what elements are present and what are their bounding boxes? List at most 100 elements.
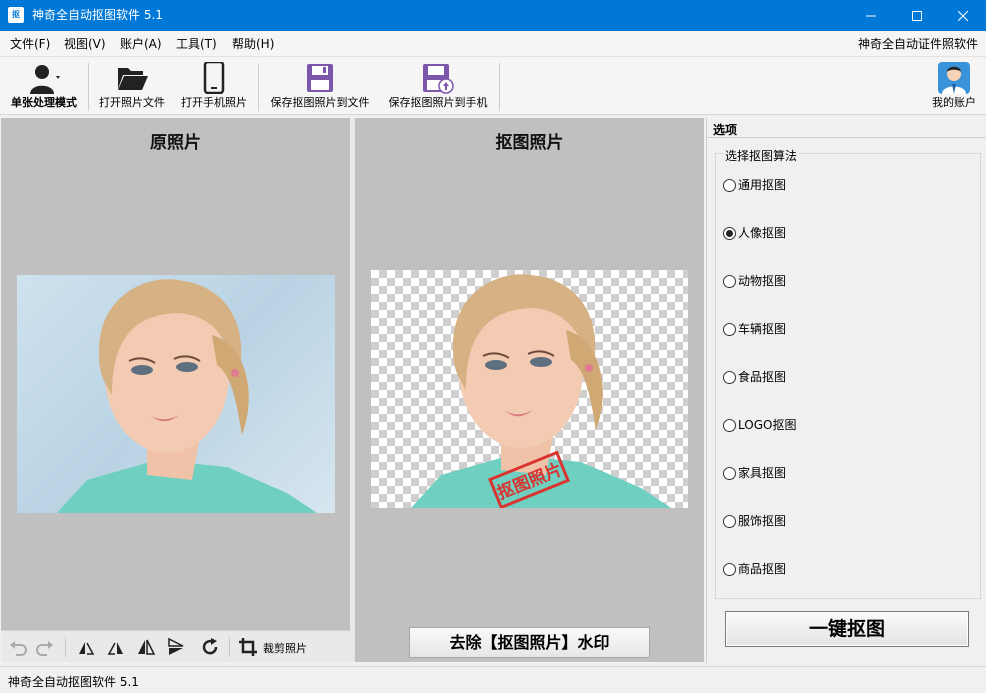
- save-to-phone-label: 保存抠图照片到手机: [388, 96, 488, 109]
- radio-label: 人像抠图: [738, 226, 787, 240]
- algorithm-option-animal[interactable]: 动物抠图: [723, 273, 786, 289]
- app-icon: 抠: [8, 7, 24, 23]
- tools-separator: [229, 637, 230, 657]
- options-header: 选项: [713, 123, 738, 137]
- flip-vertical-button[interactable]: [165, 636, 187, 658]
- menu-view[interactable]: 视图(V): [64, 37, 106, 51]
- title-bar: 抠 神奇全自动抠图软件 5.1: [0, 0, 986, 31]
- maximize-button[interactable]: [894, 0, 940, 31]
- algorithm-option-general[interactable]: 通用抠图: [723, 177, 786, 193]
- cutout-photo-title: 抠图照片: [495, 133, 564, 153]
- radio-label: 家具抠图: [738, 466, 787, 480]
- toolbar-separator: [258, 63, 259, 111]
- radio-label: 商品抠图: [738, 562, 787, 576]
- flip-horizontal-icon: [138, 639, 156, 655]
- menu-help[interactable]: 帮助(H): [232, 37, 274, 51]
- single-mode-label: 单张处理模式: [11, 96, 77, 109]
- algorithm-option-logo[interactable]: LOGO抠图: [723, 417, 796, 433]
- radio-label: 通用抠图: [738, 178, 787, 192]
- rotate-right-icon: [107, 642, 123, 655]
- radio-button-checked[interactable]: [723, 226, 736, 240]
- radio-label: 车辆抠图: [738, 322, 787, 336]
- algorithm-option-vehicle[interactable]: 车辆抠图: [723, 321, 786, 337]
- single-mode-button[interactable]: 单张处理模式: [4, 57, 84, 115]
- menu-file[interactable]: 文件(F): [10, 37, 50, 51]
- radio-label: 食品抠图: [738, 370, 787, 384]
- cutout-photo-panel: 抠图照片 抠图照片: [355, 118, 704, 662]
- undo-button[interactable]: [7, 636, 29, 658]
- radio-button[interactable]: [723, 274, 736, 288]
- radio-button[interactable]: [723, 466, 736, 480]
- radio-button[interactable]: [723, 370, 736, 384]
- original-photo-title: 原照片: [150, 133, 201, 153]
- minimize-button[interactable]: [848, 0, 894, 31]
- id-photo-software-link[interactable]: 神奇全自动证件照软件: [858, 37, 978, 51]
- user-dropdown-icon: [30, 65, 60, 94]
- crop-button[interactable]: [237, 636, 259, 658]
- radio-button[interactable]: [723, 418, 736, 432]
- algorithm-option-furniture[interactable]: 家具抠图: [723, 465, 786, 481]
- close-icon: [958, 10, 968, 21]
- status-bar: 神奇全自动抠图软件 5.1: [0, 666, 986, 693]
- rotate-left-icon: [79, 642, 95, 655]
- radio-button[interactable]: [723, 514, 736, 528]
- radio-button[interactable]: [723, 562, 736, 576]
- toolbar-separator: [499, 63, 500, 111]
- flip-horizontal-button[interactable]: [135, 636, 157, 658]
- algorithm-option-portrait[interactable]: 人像抠图: [723, 225, 786, 241]
- status-text: 神奇全自动抠图软件 5.1: [8, 675, 139, 689]
- radio-button[interactable]: [723, 322, 736, 336]
- radio-label: 动物抠图: [738, 274, 787, 288]
- refresh-icon: [202, 638, 218, 655]
- folder-open-icon: [118, 68, 148, 90]
- portrait-image: [57, 279, 317, 513]
- radio-button[interactable]: [723, 178, 736, 192]
- radio-label: LOGO抠图: [738, 418, 797, 432]
- menu-tools[interactable]: 工具(T): [176, 37, 217, 51]
- flip-vertical-icon: [168, 637, 184, 655]
- options-panel: 选项 选择抠图算法 通用抠图 人像抠图 动物抠图 车辆抠图 食品抠图 LOGO抠…: [706, 118, 986, 663]
- algorithm-option-clothing[interactable]: 服饰抠图: [723, 513, 786, 529]
- window-title: 神奇全自动抠图软件 5.1: [32, 8, 163, 22]
- rotate-button[interactable]: [199, 636, 221, 658]
- rotate-left-button[interactable]: [75, 636, 97, 658]
- one-click-cutout-button[interactable]: 一键抠图: [725, 611, 969, 647]
- my-account-button[interactable]: 我的账户: [926, 57, 982, 115]
- image-tools-bar: 裁剪照片: [1, 630, 350, 662]
- cutout-photo: 抠图照片: [371, 270, 688, 508]
- minimize-icon: [866, 15, 876, 16]
- close-button[interactable]: [940, 0, 986, 31]
- open-file-button[interactable]: 打开照片文件: [94, 57, 170, 115]
- crop-icon: [239, 638, 257, 656]
- menu-bar: 文件(F) 视图(V) 账户(A) 工具(T) 帮助(H) 神奇全自动证件照软件: [0, 31, 986, 57]
- redo-button[interactable]: [34, 636, 56, 658]
- main-toolbar: 单张处理模式 打开照片文件 打开手机照片 保存抠图照片到文件 保存抠图照片到手机…: [0, 57, 986, 115]
- menu-account[interactable]: 账户(A): [120, 37, 162, 51]
- cutout-portrait-image: 抠图照片: [411, 274, 671, 508]
- original-photo-panel: 原照片: [1, 118, 350, 662]
- remove-watermark-button[interactable]: 去除【抠图照片】水印: [409, 627, 650, 658]
- crop-label[interactable]: 裁剪照片: [263, 640, 307, 656]
- algorithm-option-food[interactable]: 食品抠图: [723, 369, 786, 385]
- open-file-label: 打开照片文件: [99, 96, 165, 109]
- options-divider: [707, 137, 986, 138]
- redo-icon: [36, 641, 53, 656]
- toolbar-separator: [88, 63, 89, 111]
- phone-icon: [203, 62, 225, 94]
- maximize-icon: [912, 10, 922, 21]
- algorithm-option-product[interactable]: 商品抠图: [723, 561, 786, 577]
- algorithm-group-title: 选择抠图算法: [723, 147, 800, 164]
- save-upload-icon: [423, 64, 454, 94]
- rotate-right-button[interactable]: [105, 636, 127, 658]
- original-photo: [17, 275, 335, 513]
- save-to-file-label: 保存抠图照片到文件: [270, 96, 370, 109]
- save-disk-icon: [307, 64, 333, 92]
- tools-separator: [65, 637, 66, 657]
- save-to-phone-button[interactable]: 保存抠图照片到手机: [382, 57, 494, 115]
- open-phone-label: 打开手机照片: [181, 96, 247, 109]
- undo-icon: [10, 641, 27, 656]
- avatar-icon: [938, 62, 970, 94]
- save-to-file-button[interactable]: 保存抠图照片到文件: [264, 57, 376, 115]
- open-phone-button[interactable]: 打开手机照片: [176, 57, 252, 115]
- my-account-label: 我的账户: [932, 96, 976, 109]
